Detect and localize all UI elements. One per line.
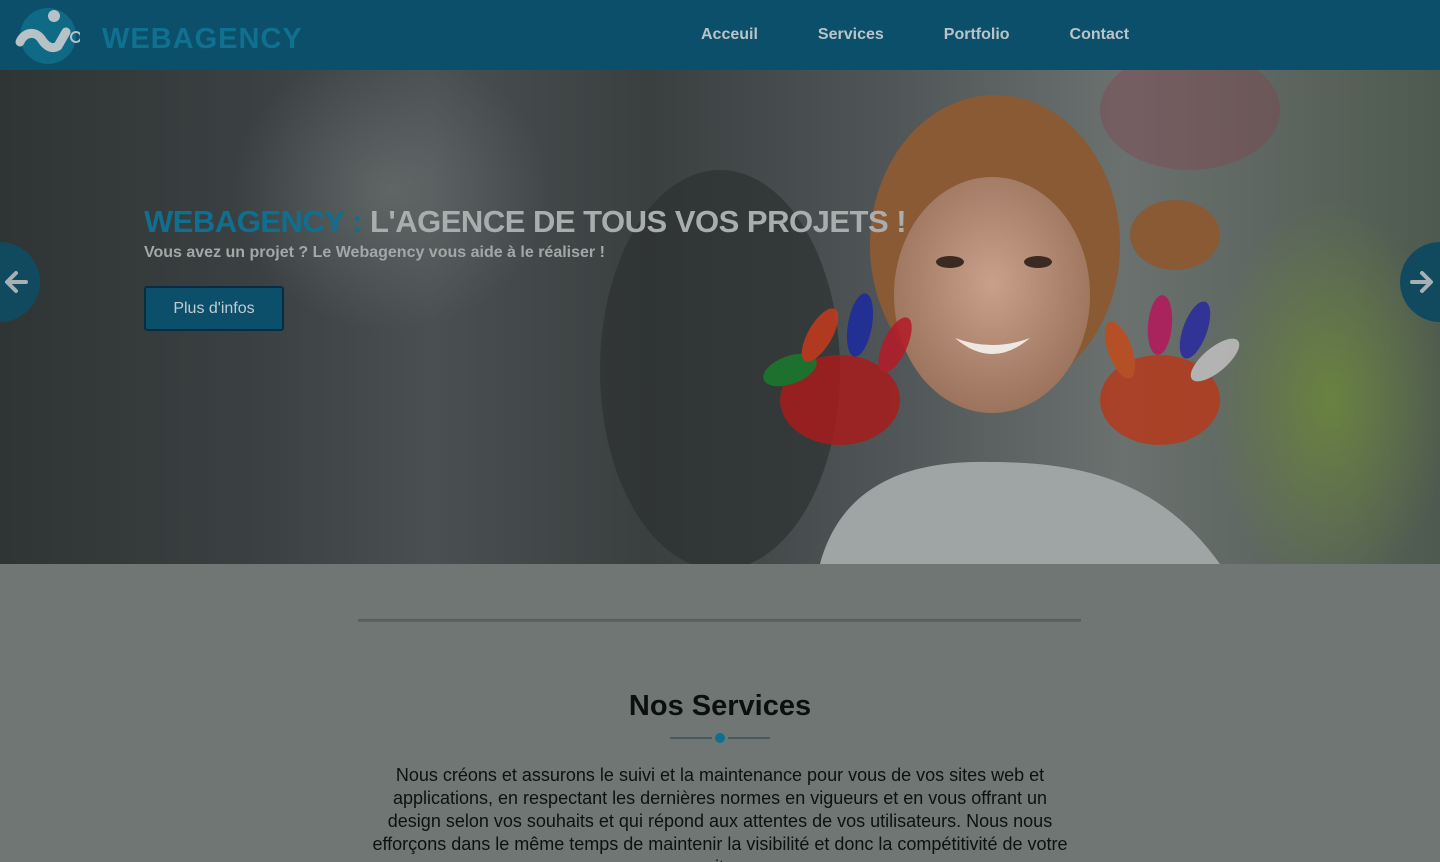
section-divider: [358, 619, 1081, 622]
logo[interactable]: WEBAGENCY: [14, 6, 302, 64]
hero-subtitle: Vous avez un projet ? Le Webagency vous …: [144, 244, 605, 261]
site-header: WEBAGENCY Acceuil Services Portfolio Con…: [0, 0, 1440, 70]
nav-acceuil[interactable]: Acceuil: [671, 0, 788, 70]
title-divider-icon: [670, 733, 770, 743]
nav-contact[interactable]: Contact: [1040, 0, 1160, 70]
more-info-button[interactable]: Plus d'infos: [144, 286, 284, 331]
hero-slider: WEBAGENCY : L'AGENCE DE TOUS VOS PROJETS…: [0, 70, 1440, 564]
arrow-right-icon: [1410, 271, 1433, 293]
main-nav: Acceuil Services Portfolio Contact: [671, 0, 1159, 70]
hero-title-brand: WEBAGENCY :: [144, 204, 362, 239]
nav-portfolio[interactable]: Portfolio: [914, 0, 1040, 70]
arrow-left-icon: [5, 271, 28, 293]
hero-title-rest: L'AGENCE DE TOUS VOS PROJETS !: [361, 204, 907, 239]
nav-services[interactable]: Services: [788, 0, 914, 70]
services-title: Nos Services: [628, 690, 812, 722]
logo-icon: [15, 8, 80, 64]
services-description: Nous créons et assurons le suivi et la m…: [372, 765, 1068, 862]
logo-text: WEBAGENCY: [102, 23, 303, 55]
hero-title: WEBAGENCY : L'AGENCE DE TOUS VOS PROJETS…: [144, 204, 907, 240]
